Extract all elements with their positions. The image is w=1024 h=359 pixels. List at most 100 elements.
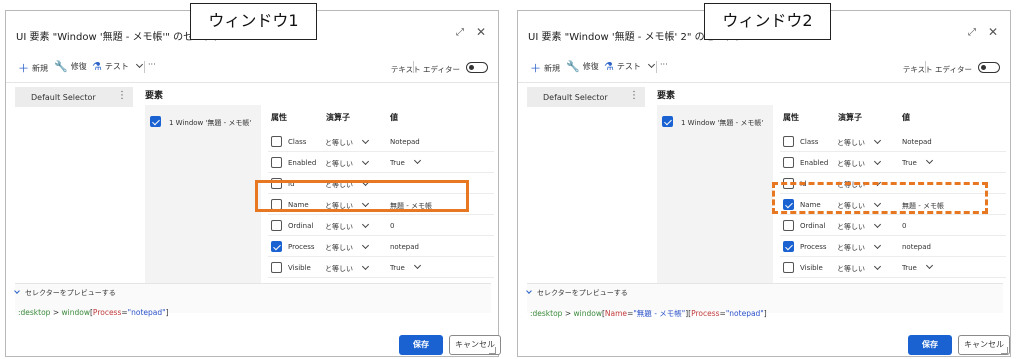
- attribute-value[interactable]: notepad: [902, 243, 931, 251]
- attribute-row-visible: Visible と等しい True: [780, 257, 1006, 278]
- selector-list-item[interactable]: Default Selector ⋮: [15, 87, 133, 107]
- attribute-value-text: True: [902, 159, 917, 167]
- attribute-checkbox[interactable]: [783, 136, 794, 147]
- more-button[interactable]: ···: [660, 60, 668, 69]
- attribute-value[interactable]: True: [902, 261, 933, 272]
- attribute-row-class: Class と等しい Notepad: [268, 131, 494, 152]
- repair-label: 修復: [70, 62, 87, 71]
- operator-label: と等しい: [837, 139, 865, 147]
- attribute-checkbox[interactable]: [271, 241, 282, 252]
- attribute-value[interactable]: notepad: [390, 243, 419, 251]
- preview-code-token: "notepad": [127, 308, 166, 317]
- preview-code-token: Process: [691, 309, 720, 318]
- repair-button[interactable]: 🔧 修復: [566, 60, 599, 73]
- element-row[interactable]: 1 Window '無題 - メモ帳': [145, 113, 261, 131]
- attribute-name: Class: [800, 138, 819, 146]
- element-checkbox[interactable]: [662, 116, 673, 127]
- elements-panel: 1 Window '無題 - メモ帳': [657, 105, 773, 295]
- attribute-checkbox[interactable]: [783, 241, 794, 252]
- selector-list-item[interactable]: Default Selector ⋮: [527, 87, 645, 107]
- header-value: 値: [902, 113, 910, 122]
- maximize-icon[interactable]: ⤢: [456, 27, 464, 38]
- attribute-checkbox[interactable]: [271, 220, 282, 231]
- preview-code-token: ]: [165, 308, 169, 317]
- elements-panel: 1 Window '無題 - メモ帳': [145, 105, 261, 295]
- attribute-value-text: True: [390, 159, 405, 167]
- chevron-down-icon: [361, 220, 370, 229]
- attribute-value[interactable]: Notepad: [902, 138, 932, 146]
- preview-toggle[interactable]: セレクターをプレビューする: [14, 288, 116, 298]
- selector-name: Default Selector: [543, 93, 608, 102]
- more-button[interactable]: ···: [148, 60, 156, 69]
- attribute-value[interactable]: True: [390, 261, 421, 272]
- attribute-value[interactable]: 0: [902, 222, 906, 230]
- operator-label: と等しい: [837, 265, 865, 273]
- close-icon[interactable]: ✕: [476, 25, 486, 39]
- attribute-value-text: 0: [390, 222, 395, 230]
- save-button[interactable]: 保存: [908, 335, 952, 355]
- preview-code-token: window: [573, 309, 602, 318]
- test-label: テスト: [104, 62, 129, 71]
- window-2-callout: ウィンドウ2: [704, 3, 831, 40]
- chevron-down-icon: [361, 241, 370, 250]
- operator-dropdown[interactable]: と等しい: [325, 262, 370, 274]
- preview-code-token: ]: [763, 309, 767, 318]
- text-editor-toggle[interactable]: [466, 62, 488, 73]
- attribute-checkbox[interactable]: [783, 262, 794, 273]
- attribute-row-class: Class と等しい Notepad: [780, 131, 1006, 152]
- attribute-value[interactable]: Notepad: [390, 138, 420, 146]
- operator-dropdown[interactable]: と等しい: [837, 157, 882, 169]
- operator-dropdown[interactable]: と等しい: [837, 262, 882, 274]
- chevron-down-icon: [361, 136, 370, 145]
- text-editor-toggle[interactable]: [978, 62, 1000, 73]
- element-checkbox[interactable]: [150, 116, 161, 127]
- attribute-checkbox[interactable]: [271, 262, 282, 273]
- test-button[interactable]: ⚗ テスト: [604, 60, 655, 73]
- operator-dropdown[interactable]: と等しい: [325, 157, 370, 169]
- attribute-checkbox[interactable]: [783, 220, 794, 231]
- more-vertical-icon[interactable]: ⋮: [117, 90, 127, 101]
- flask-icon: ⚗: [604, 60, 614, 73]
- operator-dropdown[interactable]: と等しい: [325, 241, 370, 253]
- chevron-down-icon: [526, 288, 532, 294]
- test-button[interactable]: ⚗ テスト: [92, 60, 143, 73]
- chevron-down-icon: [647, 60, 655, 69]
- preview-toggle[interactable]: セレクターをプレビューする: [526, 288, 628, 298]
- operator-label: と等しい: [837, 160, 865, 168]
- attribute-row-enabled: Enabled と等しい True: [268, 152, 494, 173]
- wrench-icon: 🔧: [54, 60, 68, 73]
- operator-dropdown[interactable]: と等しい: [837, 220, 882, 232]
- element-row[interactable]: 1 Window '無題 - メモ帳': [657, 113, 773, 131]
- attribute-value[interactable]: True: [902, 156, 933, 167]
- elements-heading: 要素: [657, 91, 676, 101]
- attribute-checkbox[interactable]: [271, 136, 282, 147]
- new-button[interactable]: ＋ 新規: [530, 60, 560, 76]
- attribute-value[interactable]: True: [390, 156, 421, 167]
- repair-button[interactable]: 🔧 修復: [54, 60, 87, 73]
- chevron-down-icon: [873, 220, 882, 229]
- operator-dropdown[interactable]: と等しい: [325, 220, 370, 232]
- resize-grip[interactable]: [1001, 347, 1008, 354]
- operator-dropdown[interactable]: と等しい: [837, 136, 882, 148]
- save-button[interactable]: 保存: [399, 335, 443, 355]
- close-icon[interactable]: ✕: [988, 25, 998, 39]
- attribute-checkbox[interactable]: [271, 157, 282, 168]
- resize-grip[interactable]: [489, 347, 496, 354]
- maximize-icon[interactable]: ⤢: [968, 27, 976, 38]
- preview-code-token: :desktop: [530, 309, 563, 318]
- more-vertical-icon[interactable]: ⋮: [629, 90, 639, 101]
- attribute-value[interactable]: 0: [390, 222, 394, 230]
- new-button[interactable]: ＋ 新規: [18, 60, 48, 76]
- chevron-down-icon: [361, 157, 370, 166]
- operator-dropdown[interactable]: と等しい: [325, 136, 370, 148]
- chevron-down-icon: [873, 157, 882, 166]
- preview-code-token: window: [61, 308, 90, 317]
- attribute-value-text: notepad: [390, 243, 419, 251]
- attribute-value-text: True: [390, 264, 405, 272]
- attribute-checkbox[interactable]: [783, 157, 794, 168]
- chevron-down-icon: [413, 156, 421, 165]
- plus-icon: ＋: [530, 62, 541, 75]
- attribute-value-text: Notepad: [902, 138, 932, 146]
- operator-dropdown[interactable]: と等しい: [837, 241, 882, 253]
- toolbar: ＋ 新規 🔧 修復 ⚗ テスト ··· テキスト エディター: [518, 51, 1010, 83]
